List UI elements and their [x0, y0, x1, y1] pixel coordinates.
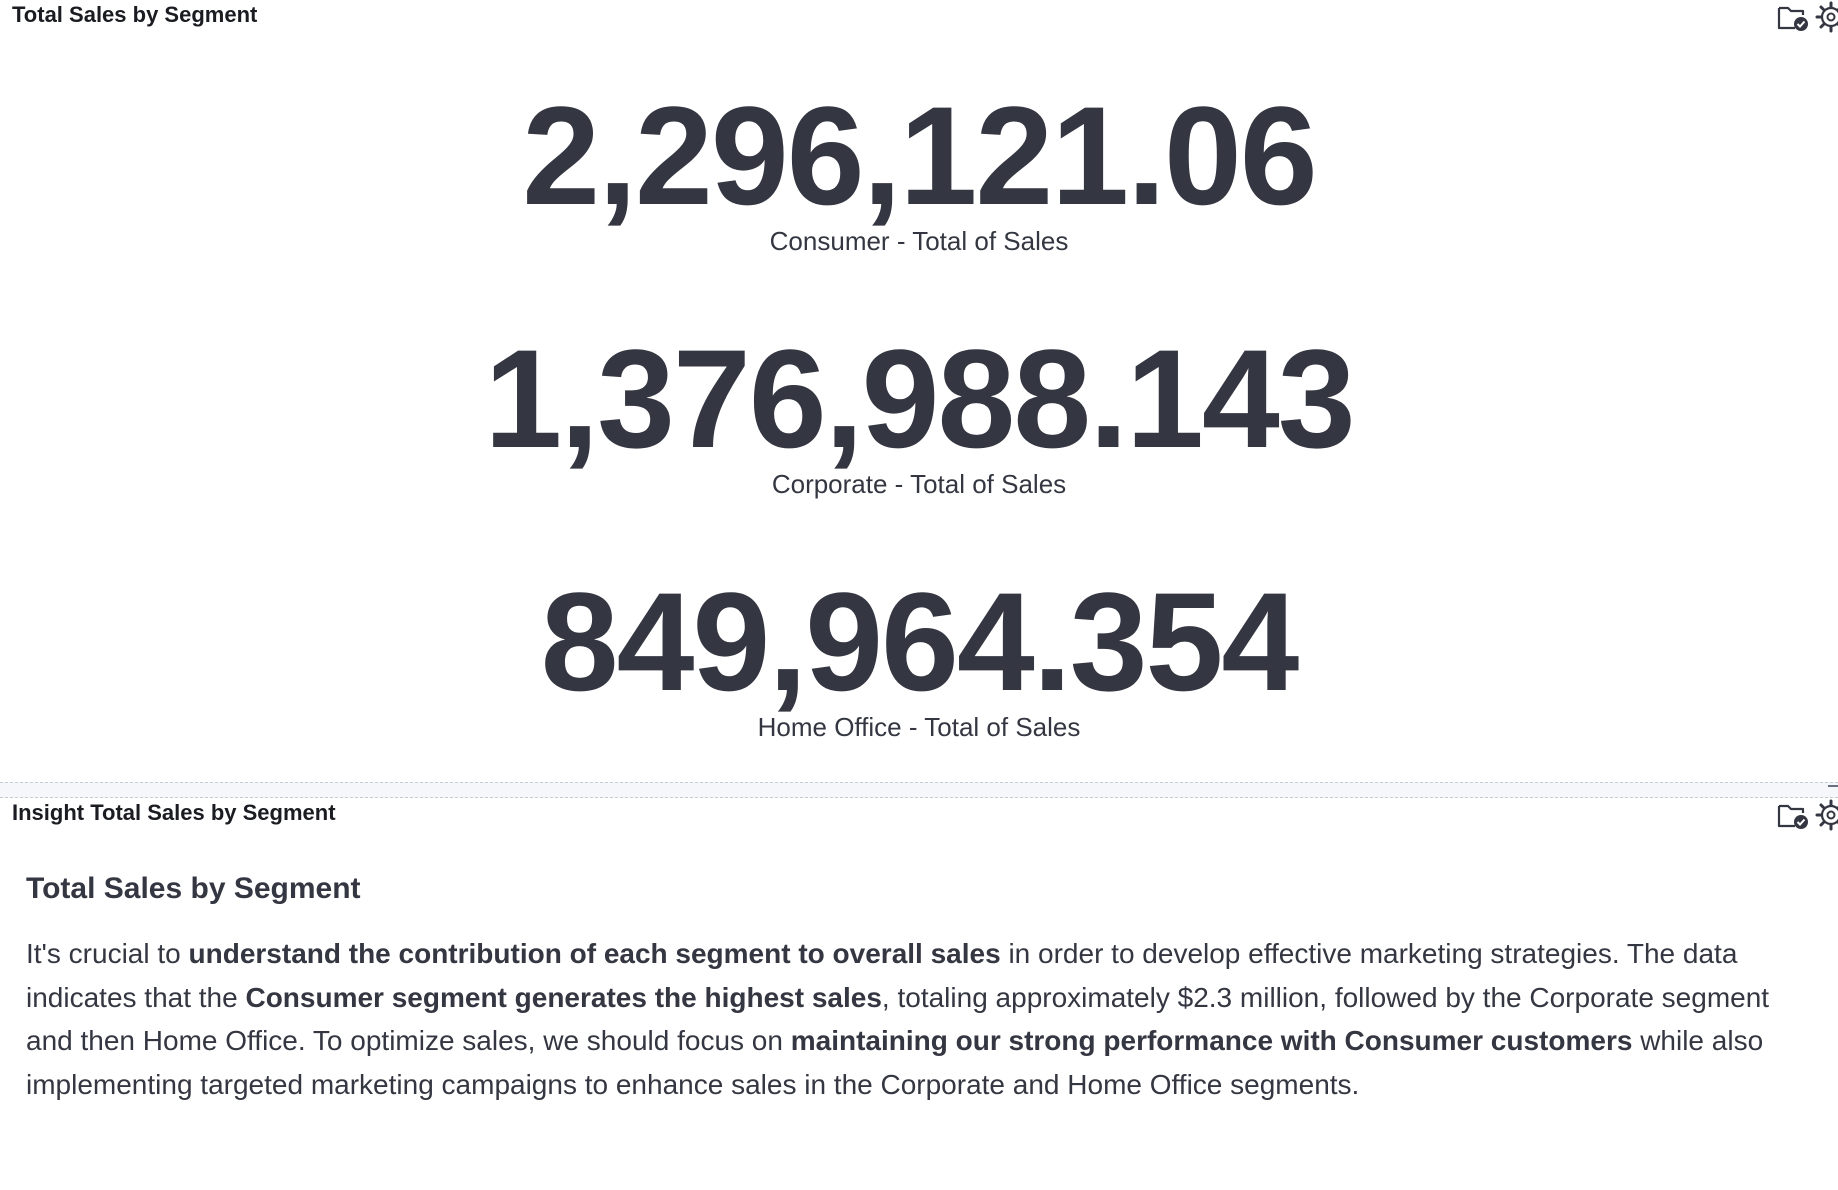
- insight-heading: Total Sales by Segment: [26, 872, 361, 905]
- metric-value: 849,964.354: [540, 563, 1300, 720]
- panel-resize-divider[interactable]: [0, 782, 1838, 798]
- gear-icon[interactable]: [1814, 798, 1838, 832]
- insight-paragraph: It's crucial to understand the contribut…: [26, 932, 1816, 1106]
- metric-label: Consumer - Total of Sales: [769, 226, 1069, 256]
- panel-header: Insight Total Sales by Segment: [0, 798, 1838, 832]
- metric-corporate: 1,376,988.143 Corporate - Total of Sales: [0, 329, 1838, 500]
- metric-value: 2,296,121.06: [522, 77, 1317, 234]
- metric-label: Home Office - Total of Sales: [757, 712, 1081, 742]
- gear-icon[interactable]: [1814, 0, 1838, 34]
- insight-panel: Insight Total Sales by Segment Total Sal…: [0, 798, 1838, 1190]
- insight-text-emphasis: maintaining our strong performance with …: [790, 1025, 1633, 1056]
- panel-header: Total Sales by Segment: [0, 0, 1838, 34]
- metric-label: Corporate - Total of Sales: [771, 469, 1067, 499]
- panel-title: Insight Total Sales by Segment: [12, 800, 336, 825]
- insight-text-run: It's crucial to: [26, 938, 189, 969]
- folder-check-icon[interactable]: [1776, 798, 1810, 832]
- panel-title: Total Sales by Segment: [12, 2, 258, 27]
- resize-handle-icon[interactable]: [1828, 785, 1838, 787]
- sales-by-segment-panel: Total Sales by Segment 2,296,121.06 Cons…: [0, 0, 1838, 782]
- metric-home-office: 849,964.354 Home Office - Total of Sales: [0, 572, 1838, 743]
- insight-content: Total Sales by Segment It's crucial to u…: [26, 872, 1816, 1106]
- metric-consumer: 2,296,121.06 Consumer - Total of Sales: [0, 86, 1838, 257]
- folder-check-icon[interactable]: [1776, 0, 1810, 34]
- insight-text-emphasis: Consumer segment generates the highest s…: [245, 981, 882, 1013]
- metric-value: 1,376,988.143: [484, 320, 1355, 477]
- insight-text-emphasis: understand the contribution of each segm…: [188, 938, 1001, 969]
